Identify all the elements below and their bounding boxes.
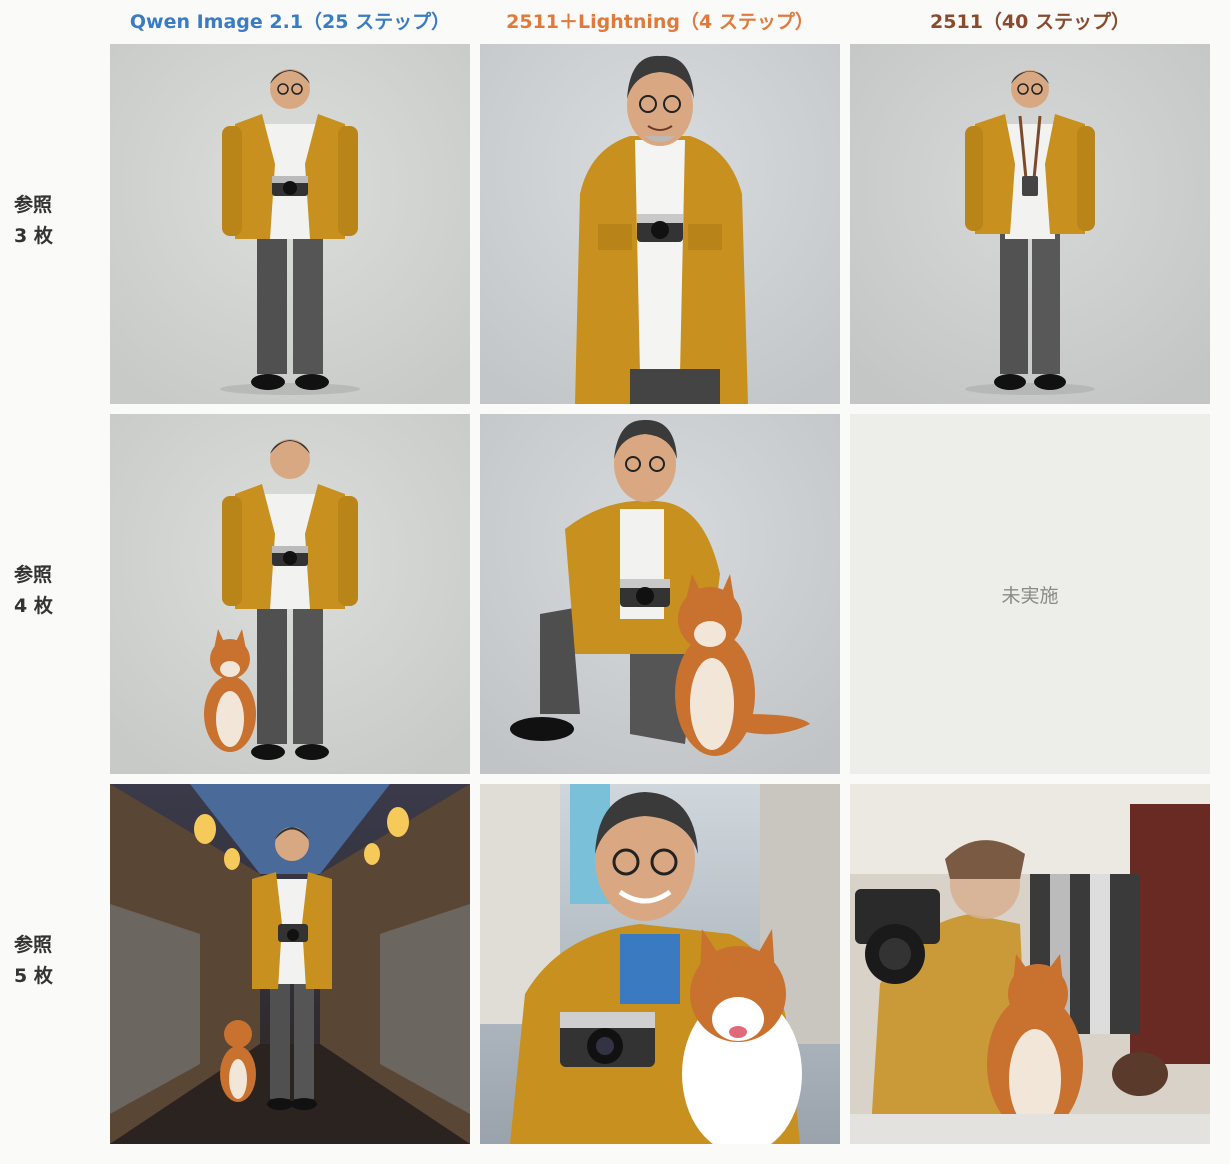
image-r3c1-man-in-shopping-arcade <box>110 784 470 1144</box>
row-label-3-line2: 3 枚 <box>14 225 53 247</box>
column-header-lightning: 2511＋Lightning（4 ステップ） <box>506 11 814 33</box>
row-label-3-line1: 参照 <box>14 194 53 216</box>
row-label-5-line1: 参照 <box>14 934 53 956</box>
image-r1c2-man-upper-body <box>480 44 840 404</box>
image-r2c1-man-with-shiba <box>110 414 470 774</box>
row-label-3: 参照 3 枚 <box>14 190 53 252</box>
image-r3c2-man-with-camera-and-shiba-street <box>480 784 840 1144</box>
image-r2c2-man-kneeling-with-shiba <box>480 414 840 774</box>
image-r1c3-man-full-body <box>850 44 1210 404</box>
image-r3c3-distorted-man-with-camera-and-shiba <box>850 784 1210 1144</box>
image-r2c3-not-executed: 未実施 <box>850 414 1210 774</box>
image-r1c1-man-full-body <box>110 44 470 404</box>
column-header-qwen: Qwen Image 2.1（25 ステップ） <box>129 11 451 33</box>
row-label-5: 参照 5 枚 <box>14 930 53 992</box>
not-executed-label: 未実施 <box>1001 584 1059 607</box>
row-label-4: 参照 4 枚 <box>14 560 53 622</box>
row-label-4-line2: 4 枚 <box>14 595 53 617</box>
row-label-5-line2: 5 枚 <box>14 965 53 987</box>
column-header-2511: 2511（40 ステップ） <box>930 11 1130 33</box>
row-label-4-line1: 参照 <box>14 564 53 586</box>
